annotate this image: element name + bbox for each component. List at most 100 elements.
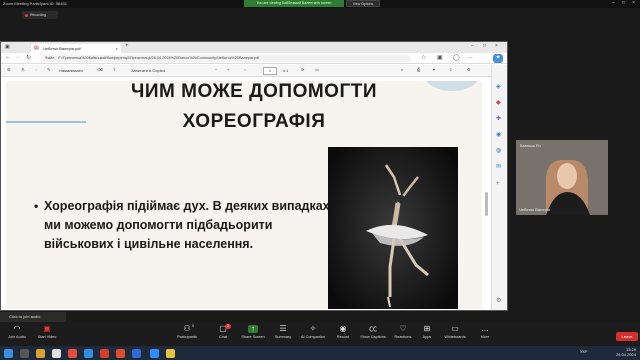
sidebar-shopping-icon[interactable]: ◆	[496, 99, 501, 106]
copilot-icon[interactable]: ✦	[493, 54, 503, 63]
app-icon-1[interactable]	[52, 349, 61, 358]
app-icon-2[interactable]	[68, 349, 77, 358]
start-video-button[interactable]: ▣ Start Video	[32, 324, 62, 344]
app-icon-4[interactable]	[166, 349, 175, 358]
url-field[interactable]: Файл F:/Гринченка%20Київський/Конференці…	[41, 55, 411, 62]
forward-icon[interactable]: →	[15, 54, 21, 60]
bullet-icon: •	[34, 199, 39, 213]
pdf-slide: ЧИМ МОЖЕ ДОПОМОГТИ ХОРЕОГРАФІЯ • Хореогр…	[6, 81, 482, 309]
pdf-icon: ▤	[34, 45, 39, 51]
close-tab-icon[interactable]: ×	[116, 44, 118, 53]
ask-copilot-button[interactable]: Запитати в Copilot	[131, 68, 165, 73]
edge-icon[interactable]	[84, 349, 93, 358]
participants-count: 5	[192, 324, 194, 328]
eraser-icon[interactable]: ⌫	[97, 67, 103, 72]
participant-video[interactable]	[516, 140, 608, 215]
more-label: More	[480, 335, 490, 339]
zoom-out-icon[interactable]: −	[215, 67, 217, 72]
people-icon: ⚇	[183, 324, 191, 333]
apps-button[interactable]: ⊞ Apps	[412, 324, 442, 344]
summary-label: Summary	[274, 335, 292, 339]
collections-icon[interactable]: ▣	[437, 54, 443, 61]
print-icon[interactable]: ⎙	[417, 67, 420, 72]
refresh-icon[interactable]: ↻	[26, 54, 31, 61]
record-button[interactable]: ◉ Record	[328, 324, 358, 344]
sidebar-outlook-icon[interactable]: ✉	[496, 163, 501, 170]
chat-badge: 2	[225, 324, 231, 329]
viewing-screen-banner: You are viewing Байбезький Валентин's sc…	[244, 0, 344, 7]
sidebar-add-icon[interactable]: +	[496, 181, 500, 187]
add-text-icon[interactable]: T	[113, 67, 115, 72]
minimize-icon[interactable]: –	[612, 0, 615, 6]
captions-label: Show Captions	[360, 335, 386, 339]
recording-indicator[interactable]: Recording	[22, 11, 58, 19]
more-menu-icon[interactable]: …	[467, 54, 473, 60]
search-taskbar-icon[interactable]	[20, 349, 29, 358]
pdf-toolbar: ☰ Ａ ◌ ✎ Намалювати ⌫ T Запитати в Copilo…	[1, 65, 507, 77]
ballerina-image	[328, 147, 458, 309]
rotate-icon[interactable]: ⟳	[301, 67, 304, 72]
text-icon[interactable]: Ａ	[21, 67, 25, 73]
start-icon[interactable]	[4, 349, 13, 358]
maximize-icon[interactable]: □	[622, 0, 625, 6]
minimize-browser-icon[interactable]: –	[471, 43, 474, 49]
file-explorer-icon[interactable]	[36, 349, 45, 358]
back-icon[interactable]: ←	[5, 54, 11, 60]
save-as-icon[interactable]: ⇩	[449, 67, 452, 72]
maximize-browser-icon[interactable]: □	[483, 43, 486, 49]
search-icon[interactable]: ⌕	[401, 67, 403, 72]
join-audio-tooltip[interactable]: Click to join audio	[0, 312, 66, 322]
fit-page-icon[interactable]: ⇔	[243, 67, 247, 72]
profile-icon[interactable]: ◯	[453, 54, 460, 61]
app-icon-3[interactable]	[100, 349, 109, 358]
decorative-blob	[422, 81, 482, 91]
read-aloud-icon[interactable]: ◌	[35, 67, 37, 72]
tab-actions-icon[interactable]: ▣	[5, 44, 10, 50]
page-number-input[interactable]: 1	[263, 67, 277, 75]
zoom-icon[interactable]	[150, 349, 159, 358]
join-audio-button[interactable]: ◠ Join Audio	[2, 324, 32, 344]
more-button[interactable]: … More	[470, 324, 500, 344]
favorites-icon[interactable]: ☆	[421, 54, 426, 61]
browser-tab[interactable]: ▤ Чеботок Валерія.pdf ×	[31, 44, 121, 53]
captions-button[interactable]: ㏄ Show Captions	[358, 324, 388, 344]
sidebar-search-icon[interactable]: ◈	[496, 83, 501, 90]
pdf-scrollbar[interactable]	[485, 192, 488, 216]
view-options-button[interactable]: View Options	[346, 0, 380, 7]
leave-button[interactable]: Leave	[616, 332, 638, 341]
ai-companion-label: AI Companion	[300, 335, 326, 339]
sidebar-settings-icon[interactable]: ⚙	[496, 297, 501, 304]
highlight-icon[interactable]: ✎	[47, 67, 50, 72]
close-browser-icon[interactable]: ×	[495, 43, 498, 49]
slide-bullet: • Хореографія підіймає дух. В деяких вип…	[34, 197, 334, 254]
summary-button[interactable]: ☰ Summary	[268, 324, 298, 344]
contents-icon[interactable]: ☰	[7, 67, 11, 72]
participant-photo	[516, 140, 608, 215]
close-icon[interactable]: ×	[632, 0, 635, 6]
draw-button[interactable]: Намалювати	[59, 68, 83, 73]
page-view-icon[interactable]: ▭	[315, 67, 319, 72]
chat-button[interactable]: ▢ Chat 2	[208, 324, 238, 344]
ai-companion-button[interactable]: ✧ AI Companion	[298, 324, 328, 344]
sidebar-games-icon[interactable]: ◉	[496, 131, 501, 138]
recording-label: Recording	[30, 13, 46, 17]
record-icon: ◉	[339, 324, 347, 333]
zoom-in-icon[interactable]: +	[227, 67, 229, 72]
window-title: Zoom Meeting Participant ID: 58401	[3, 1, 68, 6]
taskbar-clock[interactable]: 13:29 26.04.2024	[602, 347, 636, 357]
sidebar-tools-icon[interactable]: ✚	[496, 115, 501, 122]
save-icon[interactable]: ▾	[433, 67, 435, 72]
powerpoint-icon[interactable]	[116, 349, 125, 358]
apps-icon: ⊞	[423, 324, 431, 333]
share-screen-button[interactable]: ↑ Share Screen	[238, 324, 268, 344]
sidebar-office-icon[interactable]: ◍	[496, 147, 501, 154]
whiteboards-button[interactable]: ▭ Whiteboards	[440, 324, 470, 344]
participant-name-top: Катюша Ро	[520, 143, 541, 148]
whiteboards-label: Whiteboards	[444, 335, 466, 339]
settings-icon[interactable]: ⚙	[467, 67, 471, 72]
new-tab-icon[interactable]: +	[125, 43, 129, 49]
headphones-icon: ◠	[13, 324, 21, 333]
language-indicator[interactable]: УКР	[580, 349, 588, 354]
participants-button[interactable]: ⚇ Participants 5	[172, 324, 202, 344]
word-icon[interactable]	[132, 349, 141, 358]
